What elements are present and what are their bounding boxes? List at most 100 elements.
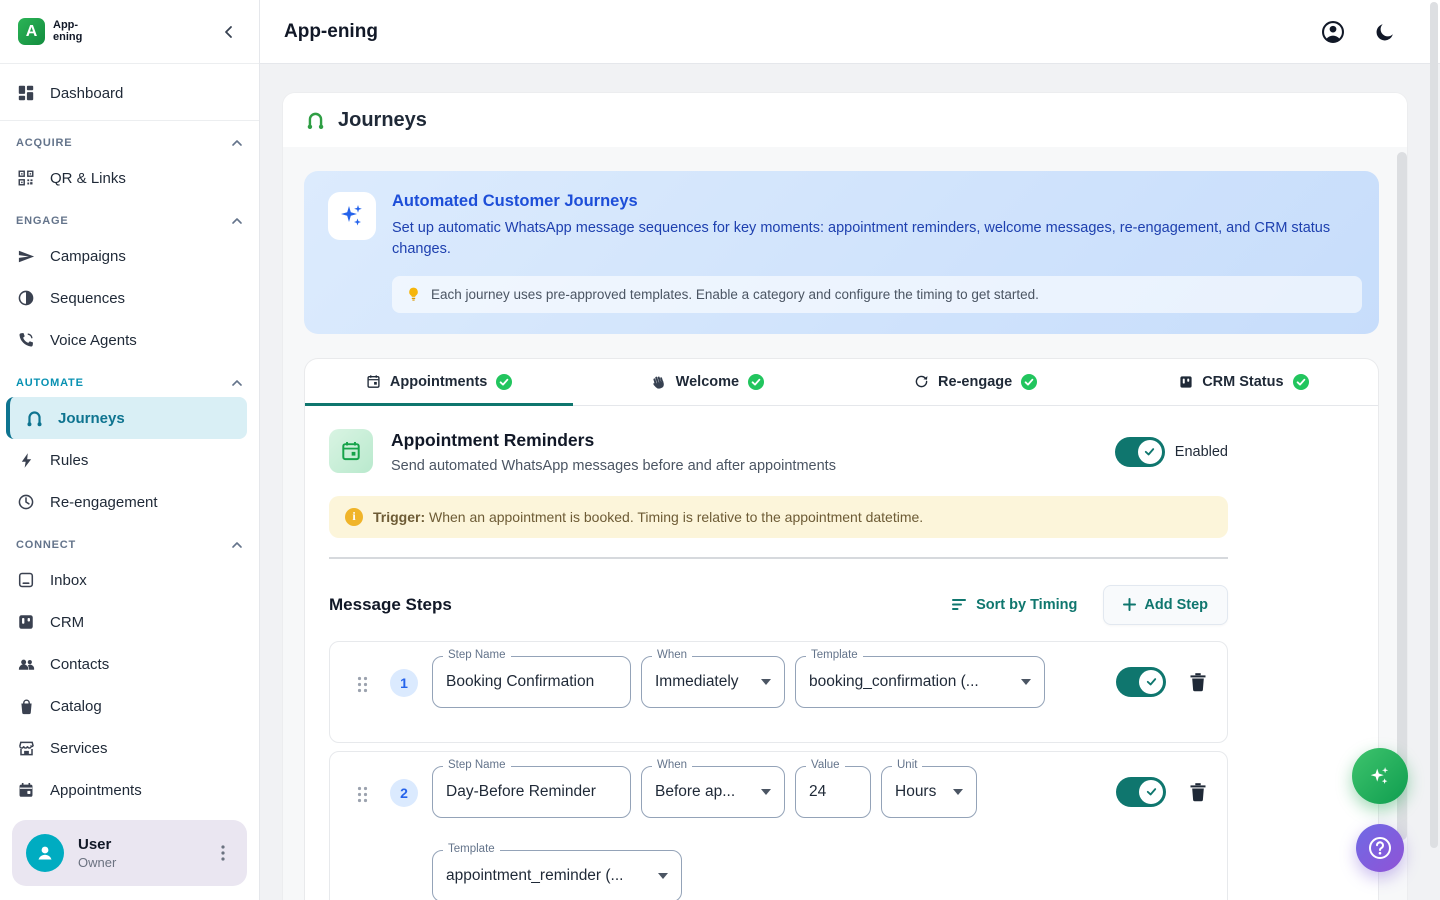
step2-unit-select[interactable]: Unit Hours <box>881 766 977 818</box>
check-badge-icon <box>1021 374 1037 390</box>
brand-wordmark: App- ening <box>53 20 82 43</box>
sparkles-tile <box>328 192 376 240</box>
tab-label: Re-engage <box>938 374 1012 390</box>
sort-by-timing-button[interactable]: Sort by Timing <box>952 597 1077 613</box>
sidebar-item-contacts[interactable]: Contacts <box>0 643 259 685</box>
reminders-enabled-toggle[interactable] <box>1115 437 1165 467</box>
tab-label: Appointments <box>390 374 487 390</box>
step1-name-field[interactable]: Step Name Booking Confirmation <box>432 656 631 708</box>
sidebar-item-label: Rules <box>50 452 88 469</box>
sidebar-collapse-button[interactable] <box>215 18 243 46</box>
reminders-enable-control: Enabled <box>1115 429 1228 467</box>
step2-when-select[interactable]: When Before ap... <box>641 766 785 818</box>
section-header-connect[interactable]: CONNECT <box>0 523 259 559</box>
step1-delete-button[interactable] <box>1189 672 1207 692</box>
sidebar-item-reengagement[interactable]: Re-engagement <box>0 481 259 523</box>
sidebar-item-voice-agents[interactable]: Voice Agents <box>0 319 259 361</box>
step1-template-select[interactable]: Template booking_confirmation (... <box>795 656 1045 708</box>
message-steps-title: Message Steps <box>329 595 452 615</box>
sidebar-item-label: Sequences <box>50 290 125 307</box>
step-card-1: 1 Step Name Booking Confirmation When Im… <box>329 641 1228 743</box>
tab-appointments[interactable]: Appointments <box>305 359 573 405</box>
step2-delete-button[interactable] <box>1189 782 1207 802</box>
sidebar-item-services[interactable]: Services <box>0 727 259 769</box>
step2-enabled-toggle[interactable] <box>1116 777 1166 807</box>
section-label: CONNECT <box>16 539 76 551</box>
sidebar-item-label: QR & Links <box>50 170 126 187</box>
user-avatar <box>26 834 64 872</box>
section-label: ACQUIRE <box>16 137 72 149</box>
sidebar-item-dashboard[interactable]: Dashboard <box>0 72 259 114</box>
sidebar-item-label: Appointments <box>50 782 142 799</box>
sidebar-item-label: Services <box>50 740 108 757</box>
inbox-icon <box>16 570 36 590</box>
sidebar-item-label: Contacts <box>50 656 109 673</box>
field-label: Unit <box>892 759 922 771</box>
sidebar-item-campaigns[interactable]: Campaigns <box>0 235 259 277</box>
field-label: Value <box>806 759 845 771</box>
step1-when-select[interactable]: When Immediately <box>641 656 785 708</box>
tab-crm-status[interactable]: CRM Status <box>1110 359 1378 405</box>
field-value: booking_confirmation (... <box>809 673 979 691</box>
field-label: Step Name <box>443 649 511 661</box>
step1-enabled-toggle[interactable] <box>1116 667 1166 697</box>
field-value: Day-Before Reminder <box>446 783 596 801</box>
tab-welcome[interactable]: Welcome <box>573 359 841 405</box>
sidebar-item-inbox[interactable]: Inbox <box>0 559 259 601</box>
sidebar-item-label: CRM <box>50 614 84 631</box>
step2-name-field[interactable]: Step Name Day-Before Reminder <box>432 766 631 818</box>
sidebar-item-qr-links[interactable]: QR & Links <box>0 157 259 199</box>
user-card[interactable]: User Owner <box>12 820 247 886</box>
kanban-icon <box>1179 375 1193 389</box>
sidebar-item-sequences[interactable]: Sequences <box>0 277 259 319</box>
user-meta: User Owner <box>78 836 116 870</box>
section-header-acquire[interactable]: ACQUIRE <box>0 121 259 157</box>
field-value: Before ap... <box>655 783 735 801</box>
field-value: Immediately <box>655 673 739 691</box>
appointments-tab-content: Appointment Reminders Send automated Wha… <box>305 406 1378 900</box>
brand-logo: A <box>18 18 45 45</box>
step2-value-field[interactable]: Value 24 <box>795 766 871 818</box>
add-step-button[interactable]: Add Step <box>1103 585 1228 625</box>
topbar-title: App-ening <box>284 21 378 43</box>
account-circle-icon <box>1320 19 1346 45</box>
window-scrollbar-thumb[interactable] <box>1430 2 1438 848</box>
field-value: Hours <box>895 783 936 801</box>
tab-reengage[interactable]: Re-engage <box>842 359 1110 405</box>
drag-handle-icon[interactable] <box>357 786 368 803</box>
account-button[interactable] <box>1320 19 1346 45</box>
step2-template-select[interactable]: Template appointment_reminder (... <box>432 850 682 900</box>
help-fab[interactable] <box>1356 824 1404 872</box>
reminders-subtitle: Send automated WhatsApp messages before … <box>391 458 836 474</box>
tabs-row: Appointments Welcome Re-engage CRM Statu… <box>305 359 1378 406</box>
section-header-automate[interactable]: AUTOMATE <box>0 361 259 397</box>
reminders-title: Appointment Reminders <box>391 430 836 451</box>
shopping-bag-icon <box>16 696 36 716</box>
ai-assistant-fab[interactable] <box>1352 748 1408 804</box>
check-icon <box>1145 675 1158 688</box>
sidebar-item-appointments[interactable]: Appointments <box>0 769 259 811</box>
send-icon <box>16 246 36 266</box>
journey-route-icon <box>24 408 44 428</box>
dark-mode-toggle[interactable] <box>1374 21 1396 43</box>
sidebar-item-journeys[interactable]: Journeys <box>6 397 247 439</box>
sidebar-item-label: Dashboard <box>50 85 123 102</box>
drag-handle-icon[interactable] <box>357 676 368 693</box>
app-window: A App- ening Dashboard ACQUIRE <box>0 0 1440 900</box>
sidebar-item-catalog[interactable]: Catalog <box>0 685 259 727</box>
section-header-engage[interactable]: ENGAGE <box>0 199 259 235</box>
panel-scrollbar-thumb[interactable] <box>1397 152 1407 840</box>
bolt-icon <box>16 450 36 470</box>
lightbulb-icon <box>406 286 421 303</box>
toggle-knob <box>1139 670 1163 694</box>
sidebar-item-rules[interactable]: Rules <box>0 439 259 481</box>
step-number-badge: 1 <box>390 669 418 697</box>
field-value: Booking Confirmation <box>446 673 594 691</box>
user-menu-button[interactable] <box>211 841 235 865</box>
topbar-actions <box>1320 19 1396 45</box>
sidebar-header: A App- ening <box>0 0 259 64</box>
sidebar-item-label: Journeys <box>58 410 125 427</box>
chevron-up-icon <box>231 137 243 149</box>
sidebar-item-crm[interactable]: CRM <box>0 601 259 643</box>
page-title: Journeys <box>338 109 427 132</box>
